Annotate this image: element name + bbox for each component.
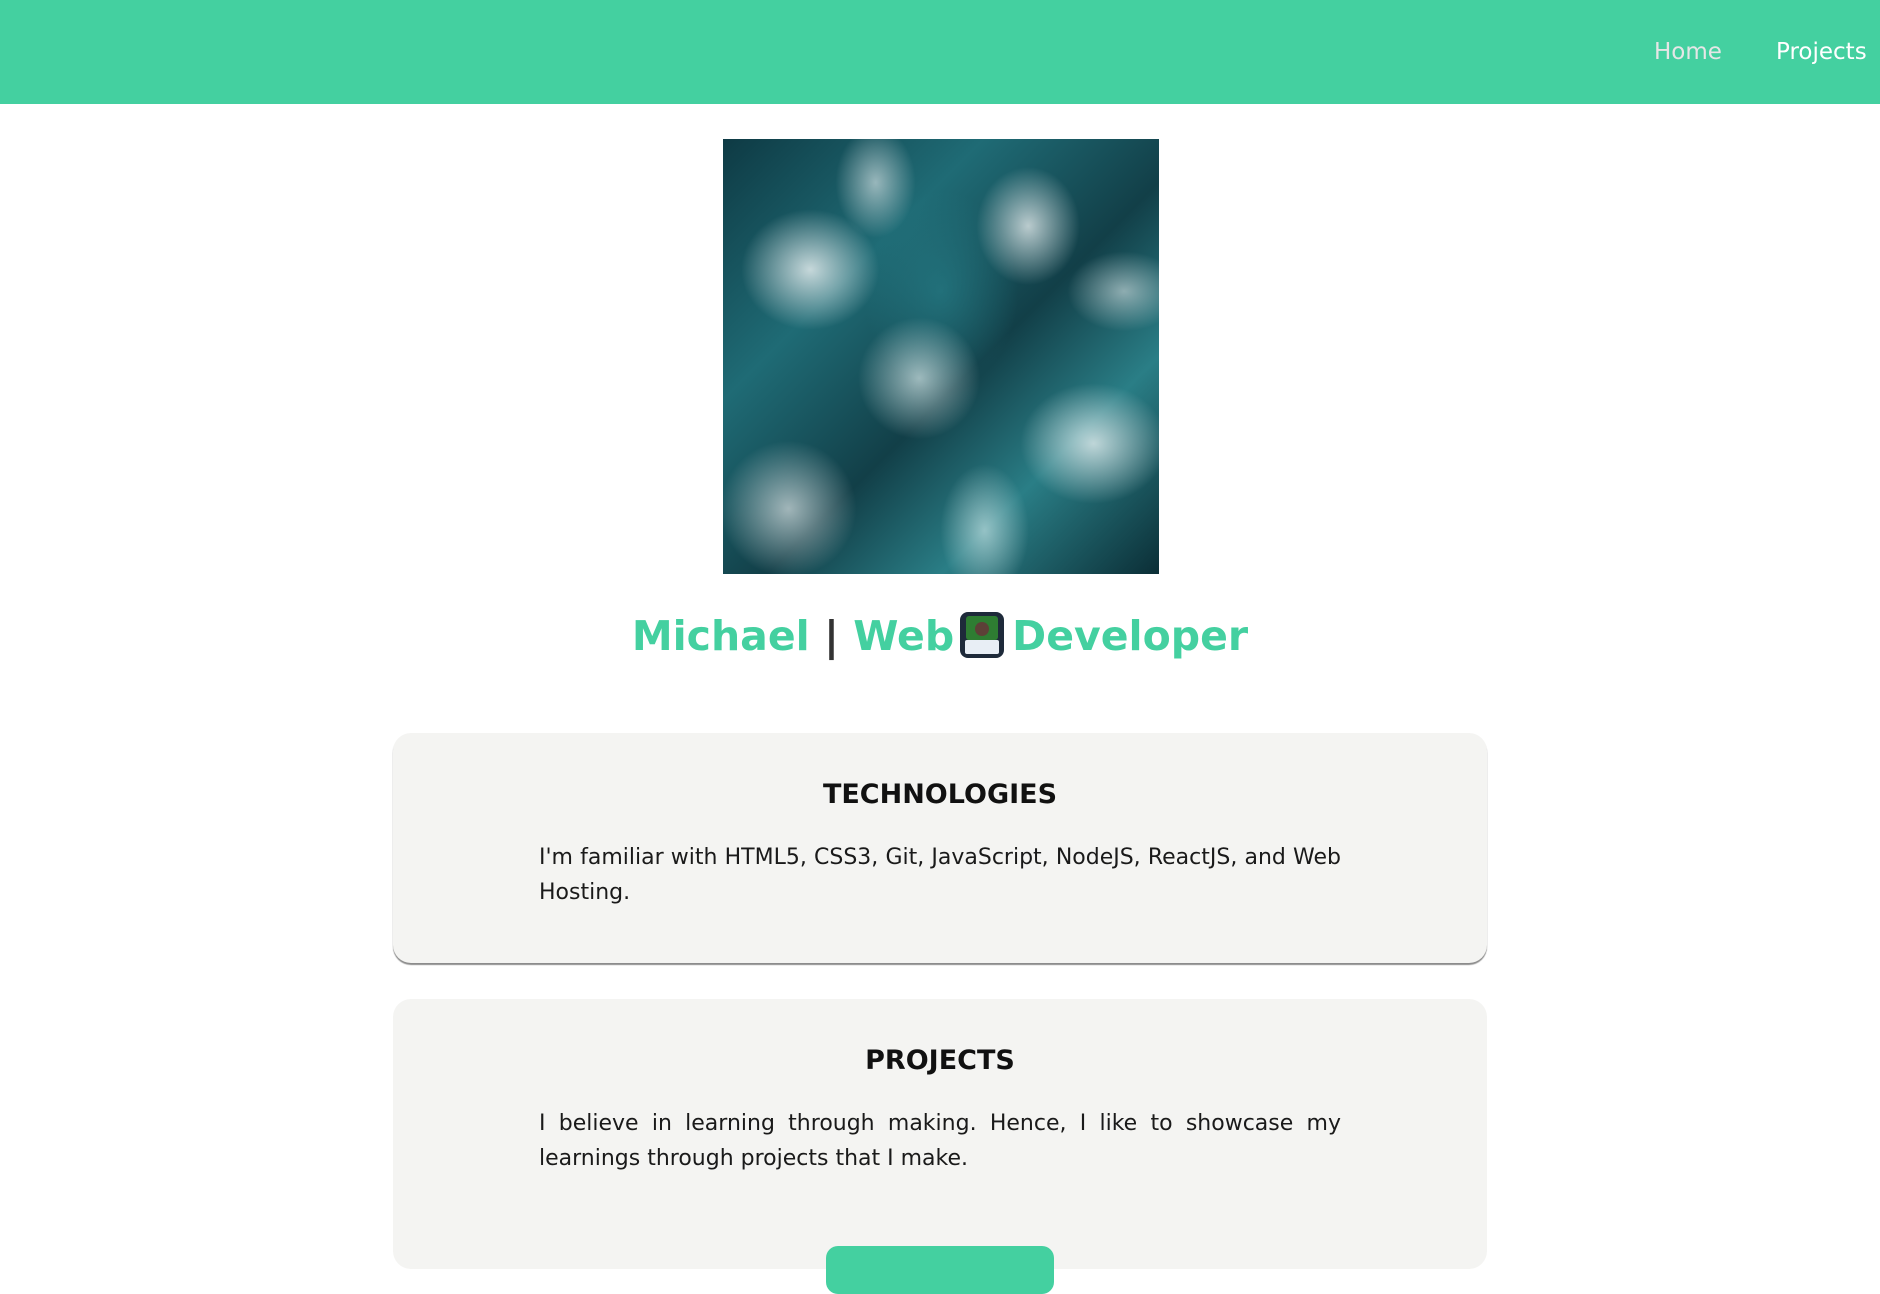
- page-title: Michael | Web Developer: [0, 608, 1880, 664]
- technologies-heading: TECHNOLOGIES: [822, 779, 1058, 810]
- technologist-icon: [960, 612, 1005, 658]
- title-role-first: Web: [853, 612, 955, 660]
- navbar: Home Projects: [0, 0, 1880, 104]
- nav-projects-link[interactable]: Projects: [1776, 36, 1867, 68]
- view-projects-button[interactable]: [826, 1246, 1054, 1294]
- projects-card: PROJECTS I believe in learning through m…: [393, 999, 1487, 1294]
- projects-heading: PROJECTS: [865, 1045, 1015, 1076]
- technologies-text: I'm familiar with HTML5, CSS3, Git, Java…: [539, 845, 1341, 905]
- projects-text: I believe in learning through making. He…: [539, 1111, 1341, 1171]
- nav-home-link[interactable]: Home: [1654, 36, 1722, 68]
- title-name: Michael: [631, 612, 810, 660]
- profile-image: [723, 139, 1159, 574]
- title-role-second: Developer: [1012, 612, 1249, 660]
- technologies-card: TECHNOLOGIES I'm familiar with HTML5, CS…: [393, 733, 1487, 963]
- title-separator: |: [823, 612, 839, 660]
